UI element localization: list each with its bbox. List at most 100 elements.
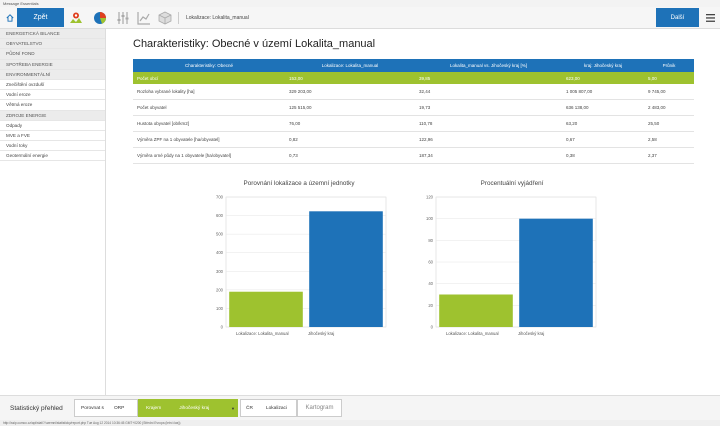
- table-cell: 9 745,00: [644, 84, 694, 100]
- table-cell: 623,00: [562, 72, 644, 84]
- table-cell: 5,00: [644, 72, 694, 84]
- table-row[interactable]: Rozloha vybrané lokality [ha] 329 203,00 3…: [133, 84, 694, 100]
- column-header: kraj: Jihočeský kraj: [562, 59, 644, 72]
- cr-label: ČR: [246, 405, 253, 411]
- y-tick-label: 300: [216, 269, 224, 274]
- table-cell: 187,34: [415, 147, 562, 164]
- table-cell: 0,67: [562, 131, 644, 148]
- menu-button[interactable]: [704, 11, 716, 25]
- next-button[interactable]: Další: [656, 8, 699, 27]
- cube-icon: [158, 11, 172, 25]
- table-header-row: Charakteristiky: Obecné Lokalizace: Loka…: [133, 59, 694, 72]
- table-cell: 0,82: [285, 131, 415, 148]
- table-row[interactable]: Počet obcí 153,00 39,85 623,00 5,00: [133, 72, 694, 84]
- table-cell: 0,73: [285, 147, 415, 164]
- table-row[interactable]: Počet obyvatel 125 515,00 19,73 636 138,00 2…: [133, 99, 694, 116]
- column-header: Lokalita_manual vs. Jihočeský kraj [%]: [415, 59, 562, 72]
- home-button[interactable]: [3, 11, 17, 25]
- table-cell: 122,96: [415, 131, 562, 148]
- table-cell: 329 203,00: [285, 84, 415, 100]
- y-tick-label: 700: [216, 195, 224, 200]
- status-bar: http://ssip.cumoc.cz/api/stat/?/uzemni/s…: [0, 420, 720, 426]
- table-cell: 153,00: [285, 72, 415, 84]
- table-cell: Hustota obyvatel [ob/km2]: [133, 115, 285, 132]
- comparison-bar-chart: 0 100 200 300 400 500 600 700 Lokalizace: Lokali…: [216, 195, 387, 336]
- cr-localization-selector[interactable]: ČR Lokalizaci: [240, 399, 297, 417]
- table-cell: 125 515,00: [285, 99, 415, 116]
- line-chart-icon: [137, 12, 150, 25]
- map-pin-icon: [70, 12, 82, 23]
- table-cell: Rozloha vybrané lokality [ha]: [133, 84, 285, 100]
- sidebar-category[interactable]: PŮDNÍ FOND: [0, 49, 105, 60]
- localization-label: Lokalizaci: [265, 405, 288, 411]
- pie-chart-tool-button[interactable]: [92, 10, 108, 26]
- page-title: Charakteristiky: Obecné v území Lokalita…: [133, 38, 376, 50]
- table-cell: 25,50: [644, 115, 694, 132]
- bottom-bar: Statistický přehled Porovnat s ORP Kraje…: [0, 395, 720, 420]
- top-toolbar: Zpět Lokalizace: Lokalita_manual Další: [0, 7, 720, 29]
- region-label: Krajem: [146, 405, 162, 411]
- percentage-bar-chart: 0 20 40 60 80 100 120 Lokalizace: Lokalita_manu…: [426, 195, 597, 336]
- table-cell: Výměra orné půdy na 1 obyvatele [ha/obyv…: [133, 147, 285, 164]
- sidebar: ENERGETICKÁ BILANCE OBYVATELSTVO PŮDNÍ FON…: [0, 29, 106, 395]
- y-tick-label: 600: [216, 213, 224, 218]
- y-tick-label: 40: [428, 281, 433, 286]
- sidebar-item[interactable]: Geotermální energie: [0, 151, 105, 162]
- table-row[interactable]: Výměra orné půdy na 1 obyvatele [ha/obyv…: [133, 147, 694, 164]
- window-title: Message Essentials: [0, 0, 720, 7]
- sliders-tool-button[interactable]: [115, 10, 131, 26]
- table-cell: Počet obyvatel: [133, 99, 285, 116]
- sidebar-category[interactable]: ZDROJE ENERGIE: [0, 110, 105, 121]
- sidebar-item[interactable]: Větrná eroze: [0, 100, 105, 111]
- sidebar-category[interactable]: SPOTŘEBA ENERGIE: [0, 59, 105, 70]
- sidebar-item[interactable]: Znečištění ovzduší: [0, 80, 105, 91]
- table-cell: 636 138,00: [562, 99, 644, 116]
- table-row[interactable]: Hustota obyvatel [ob/km2] 76,00 110,78 63,2…: [133, 115, 694, 132]
- y-tick-label: 80: [428, 238, 433, 243]
- table-cell: Počet obcí: [133, 72, 285, 84]
- bar: [309, 211, 383, 327]
- cube-tool-button[interactable]: [157, 10, 173, 26]
- sidebar-item[interactable]: Vodní toky: [0, 141, 105, 152]
- y-tick-label: 20: [428, 303, 433, 308]
- x-tick-label: Lokalizace: Lokalita_manual: [446, 331, 499, 336]
- column-header: Charakteristiky: Obecné: [133, 59, 285, 72]
- y-tick-label: 100: [216, 306, 224, 311]
- hamburger-menu-icon: [705, 14, 715, 22]
- table-cell: 2 483,00: [644, 99, 694, 116]
- table-cell: 2,37: [644, 147, 694, 164]
- pie-chart-icon: [94, 12, 107, 24]
- sidebar-category[interactable]: OBYVATELSTVO: [0, 39, 105, 50]
- compare-value: ORP: [113, 405, 125, 411]
- bar: [439, 294, 513, 327]
- compare-with-selector[interactable]: Porovnat s ORP: [74, 399, 138, 417]
- table-cell: Výměra ZPF na 1 obyvatele [ha/obyvatel]: [133, 131, 285, 148]
- sidebar-item[interactable]: MVE a FVE: [0, 131, 105, 142]
- x-tick-label: Lokalizace: Lokalita_manual: [236, 331, 289, 336]
- y-tick-label: 60: [428, 260, 433, 265]
- column-header: Průnik: [644, 59, 694, 72]
- column-header: Lokalizace: Lokalita_manual: [285, 59, 415, 72]
- sidebar-category[interactable]: ENERGETICKÁ BILANCE: [0, 29, 105, 40]
- table-cell: 19,73: [415, 99, 562, 116]
- statistical-overview-tab[interactable]: Statistický přehled: [10, 396, 63, 421]
- table-cell: 2,58: [644, 131, 694, 148]
- main-content: Charakteristiky: Obecné v území Lokalita…: [106, 29, 720, 395]
- table-cell: 110,78: [415, 115, 562, 132]
- table-cell: 1 005 807,00: [562, 84, 644, 100]
- back-button[interactable]: Zpět: [17, 8, 64, 27]
- table-cell: 32,44: [415, 84, 562, 100]
- line-chart-tool-button[interactable]: [136, 10, 152, 26]
- sidebar-item[interactable]: Odpady: [0, 121, 105, 131]
- table-row[interactable]: Výměra ZPF na 1 obyvatele [ha/obyvatel] 0…: [133, 131, 694, 148]
- y-tick-label: 0: [431, 325, 434, 330]
- sidebar-item[interactable]: Vodní eroze: [0, 90, 105, 101]
- table-cell: 76,00: [285, 115, 415, 132]
- sidebar-category[interactable]: ENVIRONMENTÁLNÍ: [0, 69, 105, 80]
- cartogram-tab[interactable]: Kartogram: [297, 399, 342, 417]
- sliders-icon: [117, 12, 129, 24]
- home-icon: [6, 14, 14, 22]
- region-selector[interactable]: Krajem Jihočeský kraj ▼: [138, 399, 238, 417]
- y-tick-label: 500: [216, 232, 224, 237]
- map-pin-tool-button[interactable]: [68, 10, 84, 26]
